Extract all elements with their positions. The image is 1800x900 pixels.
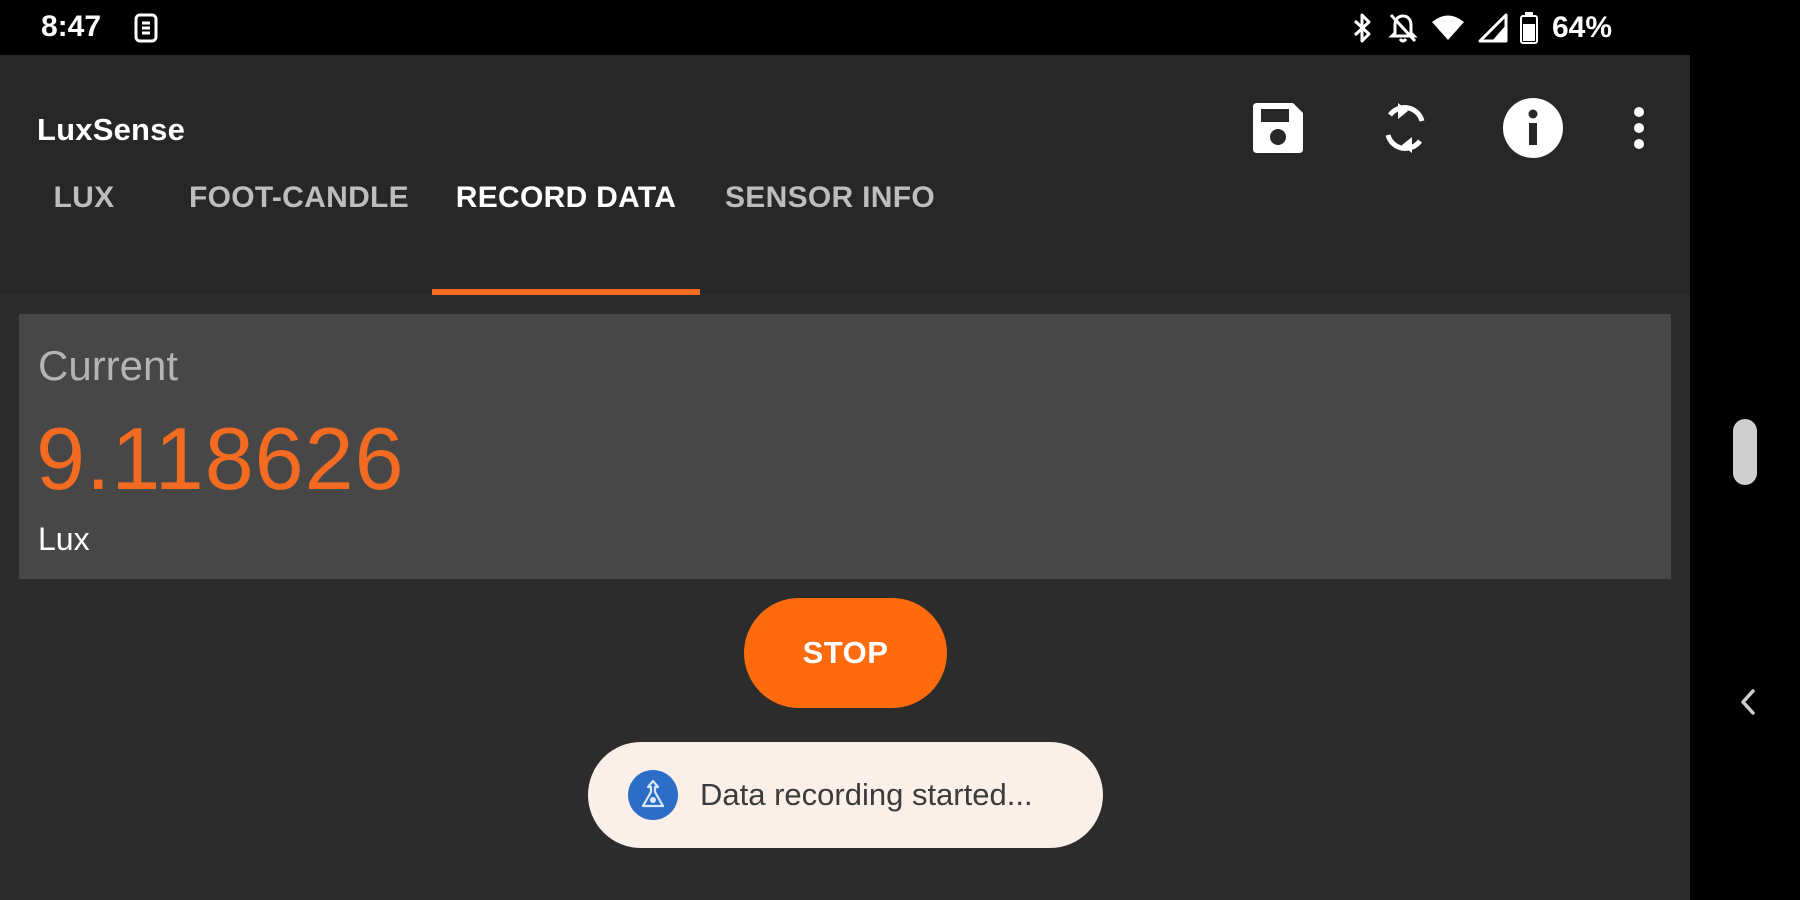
- status-time: 8:47: [41, 10, 102, 43]
- current-reading-card: Current 9.118626 Lux: [19, 314, 1671, 579]
- more-vert-icon: [1634, 107, 1644, 149]
- scrollbar-handle[interactable]: [1733, 419, 1757, 485]
- save-button[interactable]: [1245, 95, 1311, 161]
- app-bar: LuxSense: [0, 55, 1690, 175]
- app-title: LuxSense: [37, 112, 186, 147]
- info-button[interactable]: [1500, 95, 1566, 161]
- notifications-off-icon: [1388, 13, 1418, 43]
- tab-lux[interactable]: LUX: [40, 175, 128, 231]
- save-icon: [1253, 103, 1303, 153]
- reading-label: Current: [38, 342, 179, 389]
- chevron-left-icon[interactable]: [1733, 685, 1763, 719]
- tab-bar: LUX FOOT-CANDLE RECORD DATA SENSOR INFO: [0, 175, 1690, 231]
- bluetooth-icon: [1353, 13, 1371, 43]
- status-icons: 64%: [1350, 8, 1612, 48]
- more-options-button[interactable]: [1606, 95, 1672, 161]
- app-window: LuxSense LUX FOOT-CANDLE RECORD DATA SEN…: [0, 55, 1690, 900]
- tab-indicator: [432, 289, 700, 295]
- device-info-icon: [134, 13, 158, 43]
- status-bar: 8:47 64%: [0, 0, 1800, 55]
- wifi-icon: [1432, 15, 1464, 40]
- refresh-icon: [1385, 103, 1425, 153]
- info-icon: [1503, 98, 1563, 158]
- battery-percent: 64%: [1552, 11, 1613, 44]
- signal-icon: [1478, 13, 1508, 43]
- stop-button[interactable]: STOP: [744, 598, 947, 708]
- app-icon: [628, 770, 678, 820]
- tab-foot-candle[interactable]: FOOT-CANDLE: [188, 175, 410, 231]
- reading-value: 9.118626: [36, 409, 405, 508]
- tab-sensor-info[interactable]: SENSOR INFO: [720, 175, 940, 231]
- reading-unit: Lux: [38, 521, 90, 557]
- tab-record-data[interactable]: RECORD DATA: [432, 175, 700, 231]
- refresh-button[interactable]: [1372, 95, 1438, 161]
- tab-bar-spacer: [0, 231, 1690, 295]
- toast-message: Data recording started...: [700, 777, 1033, 812]
- battery-icon: [1520, 12, 1538, 44]
- toast: Data recording started...: [588, 742, 1103, 848]
